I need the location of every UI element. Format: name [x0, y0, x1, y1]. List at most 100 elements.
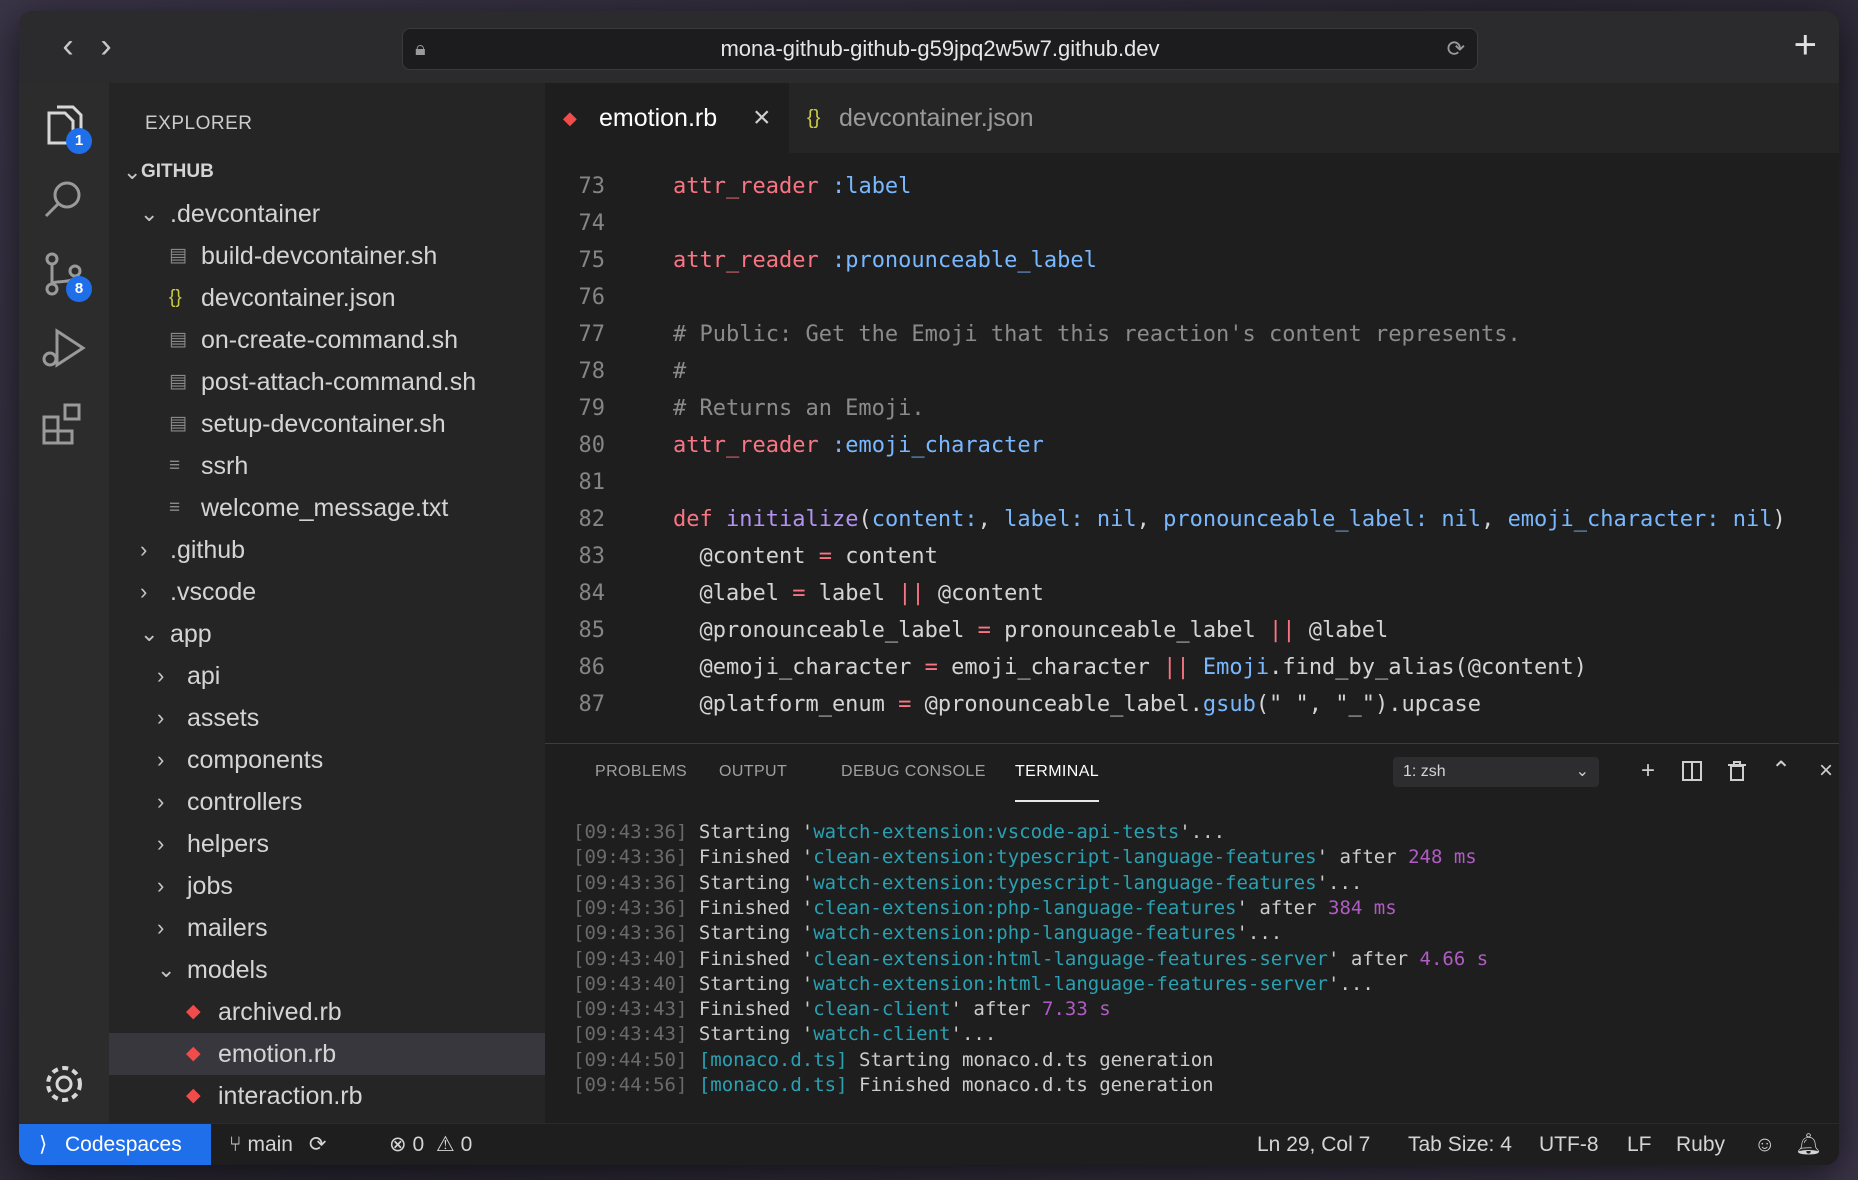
tree-item-label: controllers [187, 788, 303, 816]
url-text: mona-github-github-g59jpq2w5w7.github.de… [720, 36, 1160, 61]
chevron-right-icon: › [157, 873, 165, 898]
forward-button[interactable]: › [91, 29, 121, 63]
code-text: @emoji_character = emoji_character || Em… [673, 655, 1587, 680]
tree-item-label: archived.rb [218, 998, 342, 1026]
terminal-task: watch-extension:vscode-api-tests [813, 821, 1180, 843]
extensions-icon[interactable] [39, 397, 89, 447]
explorer-icon[interactable]: 1 [39, 101, 92, 154]
ruby-file-icon: ◆ [563, 108, 577, 128]
ruby-file-icon: ◆ [186, 1085, 201, 1106]
chevron-right-icon: › [157, 663, 165, 688]
back-button[interactable]: ‹ [53, 29, 83, 63]
ruby-file-icon: ◆ [186, 1043, 201, 1064]
tab-problems[interactable]: PROBLEMS [595, 744, 687, 800]
terminal-pre: Starting ' [687, 922, 814, 945]
terminal-task: clean-extension:typescript-language-feat… [813, 846, 1317, 869]
tree-item[interactable]: ≡ welcome_message.txt [109, 487, 545, 529]
tree-item[interactable]: › api [109, 655, 545, 697]
tree-item[interactable]: › controllers [109, 781, 545, 823]
settings-gear-icon[interactable] [39, 1059, 89, 1109]
terminal-task: watch-extension:php-language-features [813, 922, 1237, 945]
language-mode[interactable]: Ruby [1676, 1124, 1725, 1165]
address-bar[interactable]: 🔒︎ mona-github-github-g59jpq2w5w7.github… [402, 28, 1478, 70]
search-icon[interactable] [39, 175, 89, 225]
terminal-post: Starting monaco.d.ts generation [847, 1048, 1214, 1071]
chevron-right-icon: › [157, 831, 165, 856]
tree-item[interactable]: ◆ interaction.rb [109, 1075, 545, 1117]
terminal-task: [monaco.d.ts] [698, 1074, 848, 1096]
tree-item[interactable]: ⌄ models [109, 949, 545, 991]
tree-item[interactable]: › mailers [109, 907, 545, 949]
bottom-panel: PROBLEMS OUTPUT DEBUG CONSOLE TERMINAL 1… [545, 743, 1839, 1124]
tree-item[interactable]: ▤ post-attach-command.sh [109, 361, 545, 403]
encoding[interactable]: UTF-8 [1539, 1124, 1599, 1165]
tree-item[interactable]: ▤ on-create-command.sh [109, 319, 545, 361]
run-debug-icon[interactable] [39, 323, 89, 373]
sync-icon[interactable]: ⟳ [309, 1133, 327, 1156]
line-number: 79 [578, 396, 606, 421]
tree-item-label: emotion.rb [218, 1040, 337, 1068]
reload-icon[interactable]: ⟳ [1447, 29, 1465, 69]
cursor-position[interactable]: Ln 29, Col 7 [1257, 1124, 1370, 1165]
editor-tabs: ◆ emotion.rb × {} devcontainer.json [545, 83, 1839, 153]
tree-item[interactable]: › helpers [109, 823, 545, 865]
chevron-down-icon: ⌄ [157, 957, 176, 982]
code-text: @pronounceable_label = pronounceable_lab… [673, 618, 1389, 643]
tree-item[interactable]: ⌄ app [109, 613, 545, 655]
terminal-select[interactable]: 1: zsh ⌄ [1393, 757, 1599, 787]
tree-item[interactable]: › jobs [109, 865, 545, 907]
tab-emotion-rb[interactable]: ◆ emotion.rb × [545, 83, 789, 153]
terminal-pre: Finished ' [687, 896, 814, 919]
tree-item[interactable]: ▤ setup-devcontainer.sh [109, 403, 545, 445]
tree-item[interactable]: ▤ build-devcontainer.sh [109, 235, 545, 277]
ruby-file-icon: ◆ [186, 1001, 201, 1022]
terminal-time: [09:43:36] [573, 896, 688, 919]
codespaces-button[interactable]: ⟩ Codespaces [19, 1124, 211, 1165]
tree-item[interactable]: ≡ ssrh [109, 445, 545, 487]
feedback-icon[interactable]: ☺ [1754, 1124, 1775, 1165]
branch-indicator[interactable]: ⑂ main ⟳ [229, 1124, 326, 1165]
maximize-panel-icon[interactable]: ⌃ [1764, 754, 1798, 788]
tree-item[interactable]: ⌄ GITHUB [109, 151, 545, 193]
terminal-dur: 4.66 s [1419, 947, 1489, 970]
tab-devcontainer-json[interactable]: {} devcontainer.json [789, 83, 1079, 153]
terminal-task: clean-extension:html-language-features-s… [813, 947, 1328, 970]
tab-debug-console[interactable]: DEBUG CONSOLE [841, 744, 986, 800]
tab-terminal[interactable]: TERMINAL [1015, 744, 1100, 802]
tab-output[interactable]: OUTPUT [719, 744, 787, 800]
terminal-pre: Starting ' [687, 871, 814, 894]
close-tab-icon[interactable]: × [753, 83, 771, 153]
terminal-dur: 384 ms [1328, 896, 1397, 919]
new-terminal-icon[interactable]: + [1631, 754, 1665, 788]
trash-icon[interactable] [1720, 754, 1754, 788]
tree-item[interactable]: › .vscode [109, 571, 545, 613]
tree-item[interactable]: ◆ emotion.rb [109, 1033, 545, 1075]
tree-item[interactable]: › .github [109, 529, 545, 571]
editor-area: ◆ emotion.rb × {} devcontainer.json 73 at… [545, 83, 1839, 743]
new-tab-button[interactable]: + [1794, 25, 1817, 65]
tab-size[interactable]: Tab Size: 4 [1408, 1124, 1512, 1165]
tree-item[interactable]: ⌄ .devcontainer [109, 193, 545, 235]
tree-item-label: welcome_message.txt [201, 494, 449, 522]
tree-item[interactable]: › assets [109, 697, 545, 739]
terminal-post: '... [1179, 821, 1226, 843]
code-line: 86 @emoji_character = emoji_character ||… [545, 649, 1839, 686]
tree-item[interactable]: {} devcontainer.json [109, 277, 545, 319]
line-ending[interactable]: LF [1627, 1124, 1652, 1165]
split-terminal-icon[interactable] [1675, 754, 1709, 788]
error-icon: ⊗ [389, 1133, 407, 1156]
chevron-down-icon: ⌄ [1575, 763, 1589, 780]
close-panel-icon[interactable]: × [1809, 754, 1839, 788]
tree-item-label: build-devcontainer.sh [201, 242, 438, 270]
notifications-bell-icon[interactable]: 🔔︎ [1795, 1124, 1822, 1165]
code-text: def initialize(content:, label: nil, pro… [673, 507, 1786, 532]
problems-indicator[interactable]: ⊗ 0 ⚠ 0 [389, 1124, 472, 1165]
file-icon: ▤ [169, 329, 187, 350]
terminal-task: watch-client [813, 1023, 951, 1046]
source-control-icon[interactable]: 8 [39, 249, 92, 302]
chevron-down-icon: ⌄ [140, 201, 159, 226]
tree-item[interactable]: ◆ archived.rb [109, 991, 545, 1033]
tree-item-label: assets [187, 704, 260, 732]
tree-item[interactable]: › components [109, 739, 545, 781]
line-number: 77 [578, 322, 606, 347]
